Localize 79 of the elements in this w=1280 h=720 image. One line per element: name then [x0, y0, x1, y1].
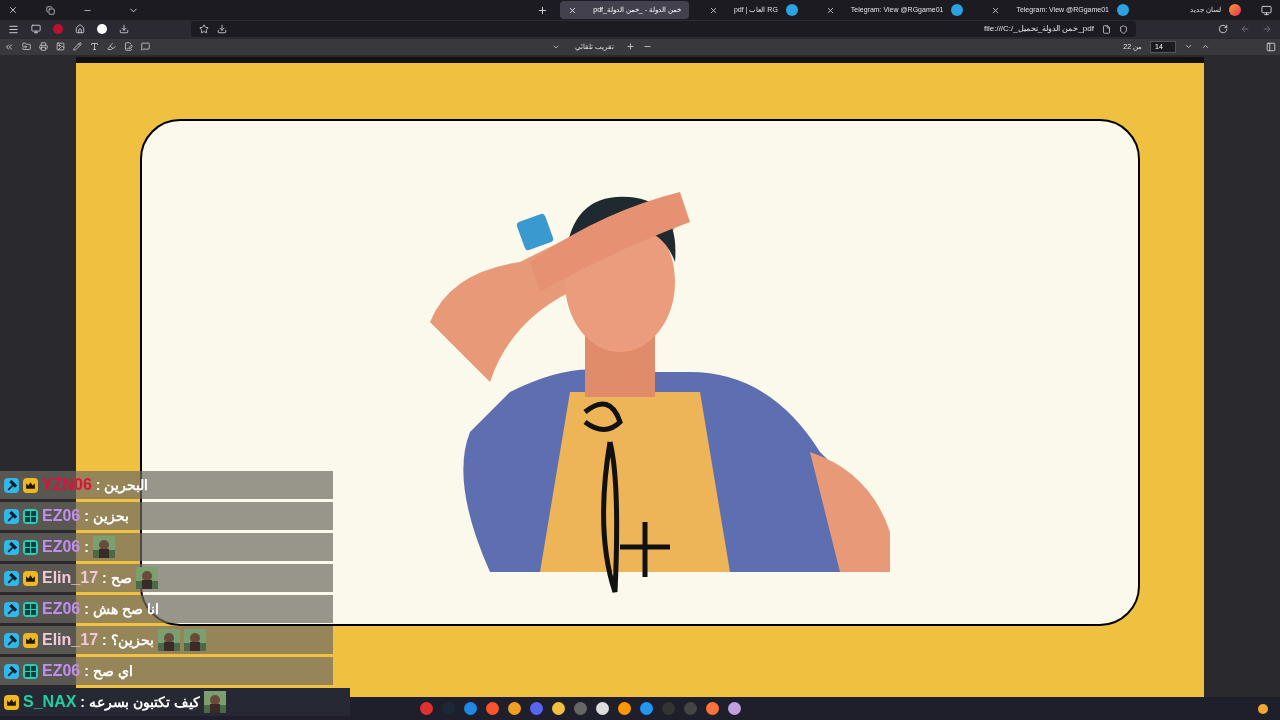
hammer-icon [4, 570, 19, 586]
crown-icon [23, 632, 38, 648]
forward-icon[interactable] [1262, 24, 1272, 35]
hammer-icon [4, 632, 19, 648]
chat-separator: : [84, 537, 89, 557]
chat-username: EZ06 [42, 506, 81, 526]
chat-username: EZ06 [42, 599, 81, 619]
file-icon [1102, 24, 1111, 34]
profile-icon[interactable] [97, 24, 107, 35]
monitor-icon[interactable] [31, 24, 41, 35]
close-icon[interactable] [708, 5, 718, 15]
restore-icon[interactable] [46, 5, 55, 15]
chat-text: بحزين؟ [110, 630, 154, 651]
url-text: file:///C:/_خمن الدولة_تحميل_pdf [983, 23, 1094, 36]
taskbar-app-icon[interactable] [728, 702, 741, 716]
highlighter-icon[interactable] [107, 42, 116, 52]
image-icon[interactable] [56, 42, 65, 52]
signature-icon[interactable] [124, 42, 133, 52]
print-icon[interactable] [39, 42, 48, 52]
chat-text: اي صح [92, 661, 133, 682]
hammer-icon [4, 601, 19, 617]
close-icon[interactable] [568, 5, 578, 15]
zoom-in-icon[interactable] [626, 42, 636, 52]
home-icon[interactable] [75, 24, 85, 35]
hammer-icon [4, 508, 19, 524]
save-icon[interactable] [217, 24, 227, 35]
chat-separator: : [84, 506, 89, 526]
grid-badge-icon [23, 539, 38, 555]
chat-text: انا صح هش [92, 599, 159, 620]
new-tab-icon[interactable] [537, 4, 549, 16]
chevrons-left-icon[interactable] [4, 41, 14, 52]
tab-list-icon[interactable] [1261, 4, 1272, 16]
chat-separator: : [95, 475, 101, 495]
menu-icon[interactable] [8, 23, 19, 35]
taskbar-app-icon[interactable] [486, 702, 499, 716]
chat-text: صح [110, 568, 132, 589]
chat-username: EZ06 [42, 537, 81, 557]
hammer-icon [4, 477, 19, 493]
chat-separator: : [84, 661, 89, 681]
close-icon[interactable] [991, 5, 1001, 15]
grid-badge-icon [23, 508, 38, 524]
chat-username: S_NAX [23, 692, 77, 712]
address-field[interactable]: file:///C:/_خمن الدولة_تحميل_pdf [191, 21, 1136, 38]
taskbar-app-icon[interactable] [640, 702, 653, 716]
taskbar-app-icon[interactable] [618, 702, 631, 716]
close-icon[interactable] [825, 5, 835, 15]
crown-icon [4, 694, 19, 710]
sidebar-icon[interactable] [1266, 41, 1276, 52]
star-icon[interactable] [199, 24, 209, 35]
chat-separator: : [80, 692, 86, 712]
folder-icon[interactable] [22, 42, 31, 52]
hammer-icon [4, 539, 19, 555]
comment-icon[interactable] [141, 42, 150, 52]
chat-separator: : [102, 630, 107, 650]
chat-username: Elin_17 [42, 568, 99, 588]
back-icon[interactable] [1240, 24, 1250, 35]
close-icon[interactable] [8, 5, 18, 16]
crown-icon [23, 570, 38, 586]
taskbar-app-icon[interactable] [552, 702, 565, 716]
reload-icon[interactable] [1218, 24, 1228, 35]
pencil-icon[interactable] [73, 42, 82, 52]
chat-separator: : [84, 599, 89, 619]
shield-icon[interactable] [1119, 24, 1128, 34]
chat-username: EZ06 [42, 661, 81, 681]
grid-badge-icon [23, 663, 38, 679]
hammer-icon [4, 663, 19, 679]
chat-text: بحزين [92, 506, 129, 527]
crown-icon [23, 477, 38, 493]
chat-username: Elin_17 [42, 630, 99, 650]
taskbar-app-icon[interactable] [508, 702, 521, 716]
grid-badge-icon [23, 601, 38, 617]
download-icon[interactable] [119, 24, 129, 35]
text-icon[interactable] [90, 42, 99, 52]
taskbar-app-icon[interactable] [706, 702, 719, 716]
chat-separator: : [102, 568, 107, 588]
chat-text: كيف تكتبون بسرعه [89, 692, 200, 713]
taskbar-app-icon[interactable] [596, 702, 609, 716]
chat-text: البحرين [104, 475, 149, 496]
chat-username: YZN06 [42, 475, 92, 495]
